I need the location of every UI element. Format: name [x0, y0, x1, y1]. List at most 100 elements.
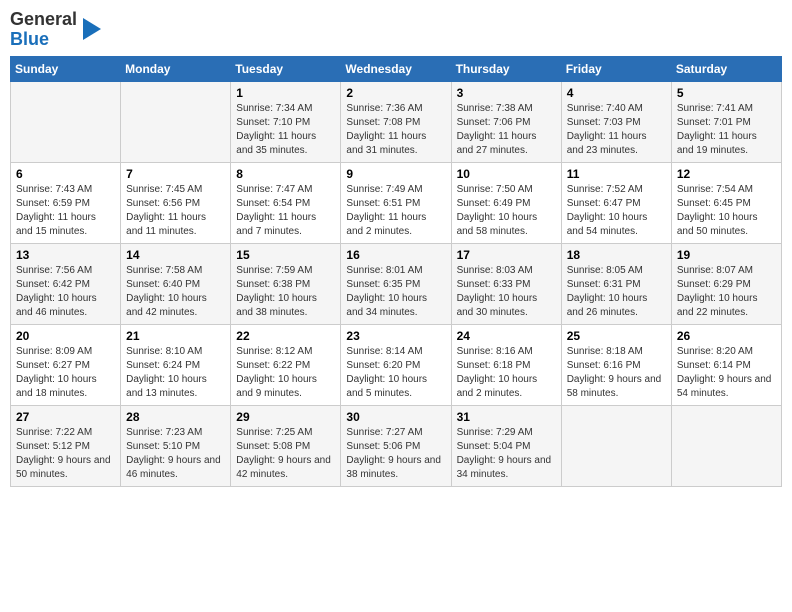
- calendar-week-row: 13 Sunrise: 7:56 AM Sunset: 6:42 PM Dayl…: [11, 243, 782, 324]
- daylight-text: Daylight: 10 hours and 58 minutes.: [457, 212, 538, 237]
- daylight-text: Daylight: 11 hours and 15 minutes.: [16, 212, 96, 237]
- sunset-text: Sunset: 6:38 PM: [236, 279, 310, 290]
- calendar-cell: 25 Sunrise: 8:18 AM Sunset: 6:16 PM Dayl…: [561, 324, 671, 405]
- daylight-text: Daylight: 9 hours and 34 minutes.: [457, 455, 552, 480]
- sunrise-text: Sunrise: 7:34 AM: [236, 103, 312, 114]
- calendar-table: SundayMondayTuesdayWednesdayThursdayFrid…: [10, 56, 782, 487]
- daylight-text: Daylight: 10 hours and 13 minutes.: [126, 374, 207, 399]
- day-number: 2: [346, 86, 445, 100]
- sunset-text: Sunset: 6:42 PM: [16, 279, 90, 290]
- sunrise-text: Sunrise: 7:38 AM: [457, 103, 533, 114]
- calendar-cell: 26 Sunrise: 8:20 AM Sunset: 6:14 PM Dayl…: [671, 324, 781, 405]
- day-number: 3: [457, 86, 556, 100]
- daylight-text: Daylight: 11 hours and 35 minutes.: [236, 131, 316, 156]
- calendar-cell: [121, 81, 231, 162]
- sunset-text: Sunset: 6:24 PM: [126, 360, 200, 371]
- sunrise-text: Sunrise: 8:14 AM: [346, 346, 422, 357]
- calendar-cell: [671, 405, 781, 486]
- sunset-text: Sunset: 5:04 PM: [457, 441, 531, 452]
- sunset-text: Sunset: 7:08 PM: [346, 117, 420, 128]
- day-detail: Sunrise: 7:54 AM Sunset: 6:45 PM Dayligh…: [677, 183, 776, 239]
- sunset-text: Sunset: 7:03 PM: [567, 117, 641, 128]
- calendar-cell: 7 Sunrise: 7:45 AM Sunset: 6:56 PM Dayli…: [121, 162, 231, 243]
- calendar-cell: 21 Sunrise: 8:10 AM Sunset: 6:24 PM Dayl…: [121, 324, 231, 405]
- calendar-cell: 1 Sunrise: 7:34 AM Sunset: 7:10 PM Dayli…: [231, 81, 341, 162]
- sunset-text: Sunset: 6:31 PM: [567, 279, 641, 290]
- day-number: 19: [677, 248, 776, 262]
- sunset-text: Sunset: 5:08 PM: [236, 441, 310, 452]
- sunrise-text: Sunrise: 7:50 AM: [457, 184, 533, 195]
- day-detail: Sunrise: 8:05 AM Sunset: 6:31 PM Dayligh…: [567, 264, 666, 320]
- sunrise-text: Sunrise: 7:56 AM: [16, 265, 92, 276]
- sunrise-text: Sunrise: 7:29 AM: [457, 427, 533, 438]
- daylight-text: Daylight: 10 hours and 38 minutes.: [236, 293, 317, 318]
- day-detail: Sunrise: 7:29 AM Sunset: 5:04 PM Dayligh…: [457, 426, 556, 482]
- sunrise-text: Sunrise: 7:49 AM: [346, 184, 422, 195]
- day-number: 12: [677, 167, 776, 181]
- sunset-text: Sunset: 5:10 PM: [126, 441, 200, 452]
- day-number: 30: [346, 410, 445, 424]
- sunset-text: Sunset: 6:18 PM: [457, 360, 531, 371]
- daylight-text: Daylight: 10 hours and 34 minutes.: [346, 293, 427, 318]
- day-header-saturday: Saturday: [671, 56, 781, 81]
- sunset-text: Sunset: 6:56 PM: [126, 198, 200, 209]
- day-detail: Sunrise: 7:22 AM Sunset: 5:12 PM Dayligh…: [16, 426, 115, 482]
- daylight-text: Daylight: 11 hours and 31 minutes.: [346, 131, 426, 156]
- calendar-cell: 15 Sunrise: 7:59 AM Sunset: 6:38 PM Dayl…: [231, 243, 341, 324]
- day-number: 7: [126, 167, 225, 181]
- day-number: 15: [236, 248, 335, 262]
- calendar-cell: 4 Sunrise: 7:40 AM Sunset: 7:03 PM Dayli…: [561, 81, 671, 162]
- sunrise-text: Sunrise: 7:59 AM: [236, 265, 312, 276]
- daylight-text: Daylight: 9 hours and 42 minutes.: [236, 455, 331, 480]
- sunset-text: Sunset: 6:35 PM: [346, 279, 420, 290]
- daylight-text: Daylight: 11 hours and 7 minutes.: [236, 212, 316, 237]
- day-number: 5: [677, 86, 776, 100]
- day-number: 18: [567, 248, 666, 262]
- sunset-text: Sunset: 6:47 PM: [567, 198, 641, 209]
- calendar-cell: 30 Sunrise: 7:27 AM Sunset: 5:06 PM Dayl…: [341, 405, 451, 486]
- sunset-text: Sunset: 7:01 PM: [677, 117, 751, 128]
- calendar-cell: 31 Sunrise: 7:29 AM Sunset: 5:04 PM Dayl…: [451, 405, 561, 486]
- sunrise-text: Sunrise: 8:01 AM: [346, 265, 422, 276]
- sunset-text: Sunset: 6:29 PM: [677, 279, 751, 290]
- sunrise-text: Sunrise: 7:43 AM: [16, 184, 92, 195]
- calendar-week-row: 1 Sunrise: 7:34 AM Sunset: 7:10 PM Dayli…: [11, 81, 782, 162]
- sunrise-text: Sunrise: 8:12 AM: [236, 346, 312, 357]
- day-header-sunday: Sunday: [11, 56, 121, 81]
- day-detail: Sunrise: 8:16 AM Sunset: 6:18 PM Dayligh…: [457, 345, 556, 401]
- day-detail: Sunrise: 7:58 AM Sunset: 6:40 PM Dayligh…: [126, 264, 225, 320]
- day-number: 25: [567, 329, 666, 343]
- day-detail: Sunrise: 8:12 AM Sunset: 6:22 PM Dayligh…: [236, 345, 335, 401]
- calendar-cell: 16 Sunrise: 8:01 AM Sunset: 6:35 PM Dayl…: [341, 243, 451, 324]
- sunset-text: Sunset: 6:40 PM: [126, 279, 200, 290]
- daylight-text: Daylight: 10 hours and 54 minutes.: [567, 212, 648, 237]
- day-detail: Sunrise: 7:41 AM Sunset: 7:01 PM Dayligh…: [677, 102, 776, 158]
- calendar-week-row: 20 Sunrise: 8:09 AM Sunset: 6:27 PM Dayl…: [11, 324, 782, 405]
- calendar-cell: [11, 81, 121, 162]
- day-detail: Sunrise: 7:45 AM Sunset: 6:56 PM Dayligh…: [126, 183, 225, 239]
- day-number: 14: [126, 248, 225, 262]
- day-header-thursday: Thursday: [451, 56, 561, 81]
- calendar-cell: 17 Sunrise: 8:03 AM Sunset: 6:33 PM Dayl…: [451, 243, 561, 324]
- sunrise-text: Sunrise: 7:54 AM: [677, 184, 753, 195]
- sunset-text: Sunset: 6:33 PM: [457, 279, 531, 290]
- sunrise-text: Sunrise: 8:03 AM: [457, 265, 533, 276]
- daylight-text: Daylight: 11 hours and 23 minutes.: [567, 131, 647, 156]
- sunset-text: Sunset: 6:54 PM: [236, 198, 310, 209]
- sunrise-text: Sunrise: 8:18 AM: [567, 346, 643, 357]
- sunrise-text: Sunrise: 7:36 AM: [346, 103, 422, 114]
- day-number: 11: [567, 167, 666, 181]
- calendar-cell: 11 Sunrise: 7:52 AM Sunset: 6:47 PM Dayl…: [561, 162, 671, 243]
- sunrise-text: Sunrise: 7:52 AM: [567, 184, 643, 195]
- day-detail: Sunrise: 7:56 AM Sunset: 6:42 PM Dayligh…: [16, 264, 115, 320]
- daylight-text: Daylight: 9 hours and 54 minutes.: [677, 374, 772, 399]
- logo: General Blue: [10, 10, 101, 50]
- sunrise-text: Sunrise: 8:20 AM: [677, 346, 753, 357]
- calendar-cell: 22 Sunrise: 8:12 AM Sunset: 6:22 PM Dayl…: [231, 324, 341, 405]
- day-detail: Sunrise: 7:36 AM Sunset: 7:08 PM Dayligh…: [346, 102, 445, 158]
- sunrise-text: Sunrise: 8:07 AM: [677, 265, 753, 276]
- sunrise-text: Sunrise: 7:45 AM: [126, 184, 202, 195]
- sunrise-text: Sunrise: 7:23 AM: [126, 427, 202, 438]
- sunset-text: Sunset: 6:20 PM: [346, 360, 420, 371]
- sunrise-text: Sunrise: 8:05 AM: [567, 265, 643, 276]
